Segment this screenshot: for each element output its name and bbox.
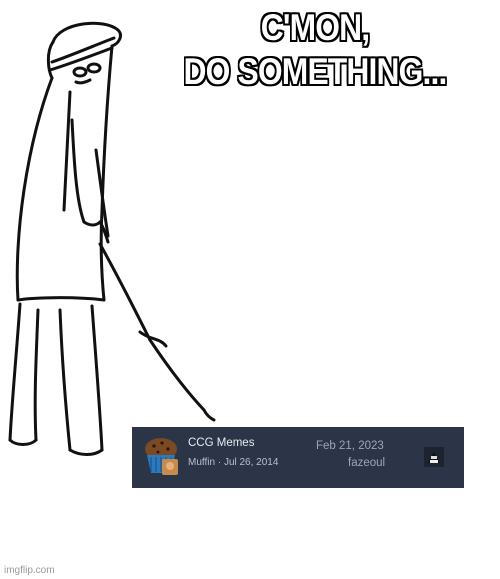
- caption-line-1: C'MON,: [260, 7, 370, 48]
- last-post-user[interactable]: fazeoul: [348, 457, 385, 469]
- meme-caption: C'MON, DO SOMETHING...: [156, 6, 474, 94]
- user-avatar-icon[interactable]: [424, 447, 444, 467]
- meme-image: C'MON, DO SOMETHING... CCG Memes Muffin …: [0, 0, 500, 579]
- thread-title-link[interactable]: CCG Memes: [188, 437, 254, 449]
- muffin-avatar-icon: [145, 438, 178, 475]
- caption-line-2: DO SOMETHING...: [183, 51, 448, 92]
- forum-thread-card[interactable]: CCG Memes Muffin · Jul 26, 2014 Feb 21, …: [132, 427, 464, 488]
- thread-author-line: Muffin · Jul 26, 2014: [188, 457, 279, 468]
- imgflip-watermark: imgflip.com: [4, 565, 55, 576]
- last-post-date[interactable]: Feb 21, 2023: [316, 440, 384, 452]
